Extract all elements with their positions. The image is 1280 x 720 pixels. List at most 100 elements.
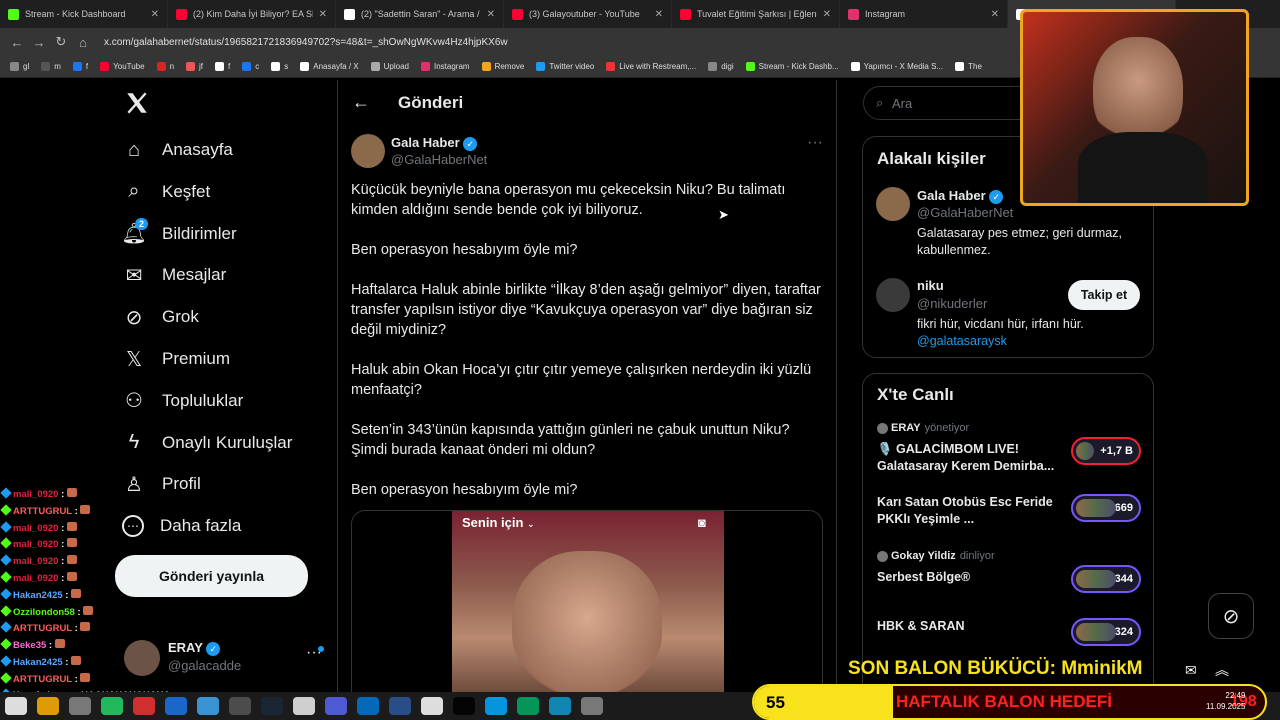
bookmark-item[interactable]: n bbox=[151, 62, 180, 71]
taskbar-app-icon[interactable] bbox=[101, 697, 123, 715]
chat-username: Hakan2425 bbox=[13, 657, 63, 668]
tab-close-icon[interactable]: ✕ bbox=[655, 9, 663, 20]
taskbar-app-icon[interactable] bbox=[5, 697, 27, 715]
avatar[interactable] bbox=[876, 187, 910, 221]
browser-tab[interactable]: (2) "Sadettin Saran" - Arama / X ✕ bbox=[336, 0, 504, 28]
sidebar-item-anasayfa[interactable]: ⌂ Anasayfa bbox=[114, 129, 354, 171]
taskbar-app-icon[interactable] bbox=[293, 697, 315, 715]
author-handle[interactable]: @GalaHaberNet bbox=[391, 152, 487, 167]
sidebar-item-label: Bildirimler bbox=[162, 223, 237, 243]
x-logo-icon[interactable] bbox=[124, 90, 150, 116]
live-space-item[interactable]: Gokay Yildiz dinliyor Serbest Bölge® +344 bbox=[863, 550, 1153, 600]
bookmark-item[interactable]: YouTube bbox=[94, 62, 150, 71]
bookmark-item[interactable]: Anasayfa / X bbox=[294, 62, 364, 71]
taskbar-app-icon[interactable] bbox=[581, 697, 603, 715]
tab-close-icon[interactable]: ✕ bbox=[319, 9, 327, 20]
tab-close-icon[interactable]: ✕ bbox=[151, 9, 159, 20]
grok-floating-icon[interactable]: ⊘ bbox=[1208, 593, 1254, 639]
taskbar-app-icon[interactable] bbox=[261, 697, 283, 715]
taskbar-app-icon[interactable] bbox=[325, 697, 347, 715]
bookmark-item[interactable]: Remove bbox=[476, 62, 531, 71]
reload-icon[interactable]: ↻ bbox=[50, 34, 72, 50]
taskbar-app-icon[interactable] bbox=[69, 697, 91, 715]
person-handle[interactable]: @nikuderler bbox=[917, 296, 987, 311]
live-space-item[interactable]: ERAY yönetiyor 🎙️ GALACİMBOM LIVE! Galatas… bbox=[863, 422, 1153, 475]
live-listeners-pill[interactable]: +344 bbox=[1071, 565, 1141, 593]
live-space-title[interactable]: HBK & SARAN bbox=[877, 618, 1063, 635]
bookmark-item[interactable]: The bbox=[949, 62, 988, 71]
sidebar-item-mesajlar[interactable]: ✉ Mesajlar bbox=[114, 254, 354, 296]
bookmark-item[interactable]: Yapımcı - X Media S... bbox=[845, 62, 949, 71]
chevron-up-icon[interactable]: ︽ bbox=[1215, 660, 1229, 680]
lightning-icon: ϟ bbox=[128, 431, 140, 454]
follow-button[interactable]: Takip et bbox=[1068, 280, 1140, 310]
bookmark-item[interactable]: Twitter video bbox=[530, 62, 600, 71]
taskbar-app-icon[interactable] bbox=[389, 697, 411, 715]
person-name[interactable]: Gala Haber bbox=[917, 188, 986, 203]
sidebar-item-onaylı-kuruluşlar[interactable]: ϟ Onaylı Kuruluşlar bbox=[114, 422, 354, 464]
taskbar-app-icon[interactable] bbox=[133, 697, 155, 715]
live-listeners-pill[interactable]: +669 bbox=[1071, 494, 1141, 522]
tab-close-icon[interactable]: ✕ bbox=[991, 9, 999, 20]
taskbar-app-icon[interactable] bbox=[549, 697, 571, 715]
camera-icon[interactable]: ◙ bbox=[698, 515, 706, 530]
browser-tab[interactable]: (3) Galayoutuber - YouTube ✕ bbox=[504, 0, 672, 28]
bookmark-item[interactable]: jf bbox=[180, 62, 209, 71]
bookmark-item[interactable]: Live with Restream,... bbox=[600, 62, 702, 71]
video-player[interactable]: Senin için ⌄ ◙ bbox=[452, 511, 724, 692]
taskbar-app-icon[interactable] bbox=[485, 697, 507, 715]
live-space-title[interactable]: Serbest Bölge® bbox=[877, 569, 1063, 586]
live-space-title[interactable]: 🎙️ GALACİMBOM LIVE! Galatasaray Kerem De… bbox=[877, 441, 1063, 475]
chat-icon[interactable]: ✉ bbox=[1185, 662, 1197, 679]
video-tab-label[interactable]: Senin için bbox=[462, 515, 523, 530]
url-field[interactable]: x.com/galahabernet/status/19658217218369… bbox=[104, 37, 508, 48]
bookmark-item[interactable]: Upload bbox=[365, 62, 415, 71]
back-arrow-icon[interactable]: ← bbox=[352, 92, 370, 113]
bookmark-item[interactable]: m bbox=[35, 62, 67, 71]
back-icon[interactable]: ← bbox=[6, 35, 28, 50]
browser-tab[interactable]: Stream - Kick Dashboard ✕ bbox=[0, 0, 168, 28]
live-listeners-pill[interactable]: +1,7 B bbox=[1071, 437, 1141, 465]
sidebar-item-keşfet[interactable]: ⌕ Keşfet bbox=[114, 171, 354, 213]
post-more-icon[interactable]: ··· bbox=[807, 134, 823, 152]
home-browser-icon[interactable]: ⌂ bbox=[72, 35, 94, 50]
bookmark-item[interactable]: s bbox=[265, 62, 294, 71]
search-input[interactable]: Ara bbox=[892, 96, 912, 111]
sidebar-item-bildirimler[interactable]: 🔔︎ 2 Bildirimler bbox=[114, 213, 354, 255]
tab-close-icon[interactable]: ✕ bbox=[487, 9, 495, 20]
taskbar-app-icon[interactable] bbox=[37, 697, 59, 715]
taskbar-app-icon[interactable] bbox=[421, 697, 443, 715]
taskbar-app-icon[interactable] bbox=[229, 697, 251, 715]
bio-link[interactable]: @galatasaraysk bbox=[917, 334, 1007, 348]
browser-tab[interactable]: (2) Kim Daha İyi Biliyor? EA SPO ✕ bbox=[168, 0, 336, 28]
bookmark-item[interactable]: Stream - Kick Dashb... bbox=[740, 62, 845, 71]
bookmark-item[interactable]: f bbox=[67, 62, 94, 71]
video-card[interactable]: Senin için ⌄ ◙ bbox=[351, 510, 823, 692]
taskbar-app-icon[interactable] bbox=[197, 697, 219, 715]
live-listeners-pill[interactable]: +324 bbox=[1071, 618, 1141, 646]
bookmark-item[interactable]: digi bbox=[702, 62, 739, 71]
bookmark-item[interactable]: Instagram bbox=[415, 62, 476, 71]
avatar[interactable] bbox=[876, 278, 910, 312]
person-name[interactable]: niku bbox=[917, 278, 944, 293]
browser-tab[interactable]: Instagram ✕ bbox=[840, 0, 1008, 28]
sidebar-item-premium[interactable]: 𝕏 Premium bbox=[114, 338, 354, 380]
person-handle[interactable]: @GalaHaberNet bbox=[917, 205, 1013, 220]
bookmark-item[interactable]: f bbox=[209, 62, 236, 71]
chat-emote-icon bbox=[66, 488, 77, 497]
taskbar-app-icon[interactable] bbox=[165, 697, 187, 715]
taskbar-app-icon[interactable] bbox=[357, 697, 379, 715]
live-space-item[interactable]: Karı Satan Otobüs Esc Feride PKKlı Yeşim… bbox=[863, 494, 1153, 546]
live-space-title[interactable]: Karı Satan Otobüs Esc Feride PKKlı Yeşim… bbox=[877, 494, 1063, 528]
taskbar-app-icon[interactable] bbox=[517, 697, 539, 715]
tab-close-icon[interactable]: ✕ bbox=[823, 9, 831, 20]
browser-tab[interactable]: Tuvalet Eğitimi Şarkısı | Eğlence ✕ bbox=[672, 0, 840, 28]
sidebar-item-grok[interactable]: ⊘ Grok bbox=[114, 296, 354, 338]
taskbar-app-icon[interactable] bbox=[453, 697, 475, 715]
forward-icon[interactable]: → bbox=[28, 35, 50, 50]
sidebar-item-topluluklar[interactable]: ⚇ Topluluklar bbox=[114, 380, 354, 422]
author-name[interactable]: Gala Haber bbox=[391, 135, 460, 150]
bookmark-item[interactable]: gl bbox=[4, 62, 35, 71]
bookmark-item[interactable]: c bbox=[236, 62, 265, 71]
author-avatar[interactable] bbox=[351, 134, 385, 168]
